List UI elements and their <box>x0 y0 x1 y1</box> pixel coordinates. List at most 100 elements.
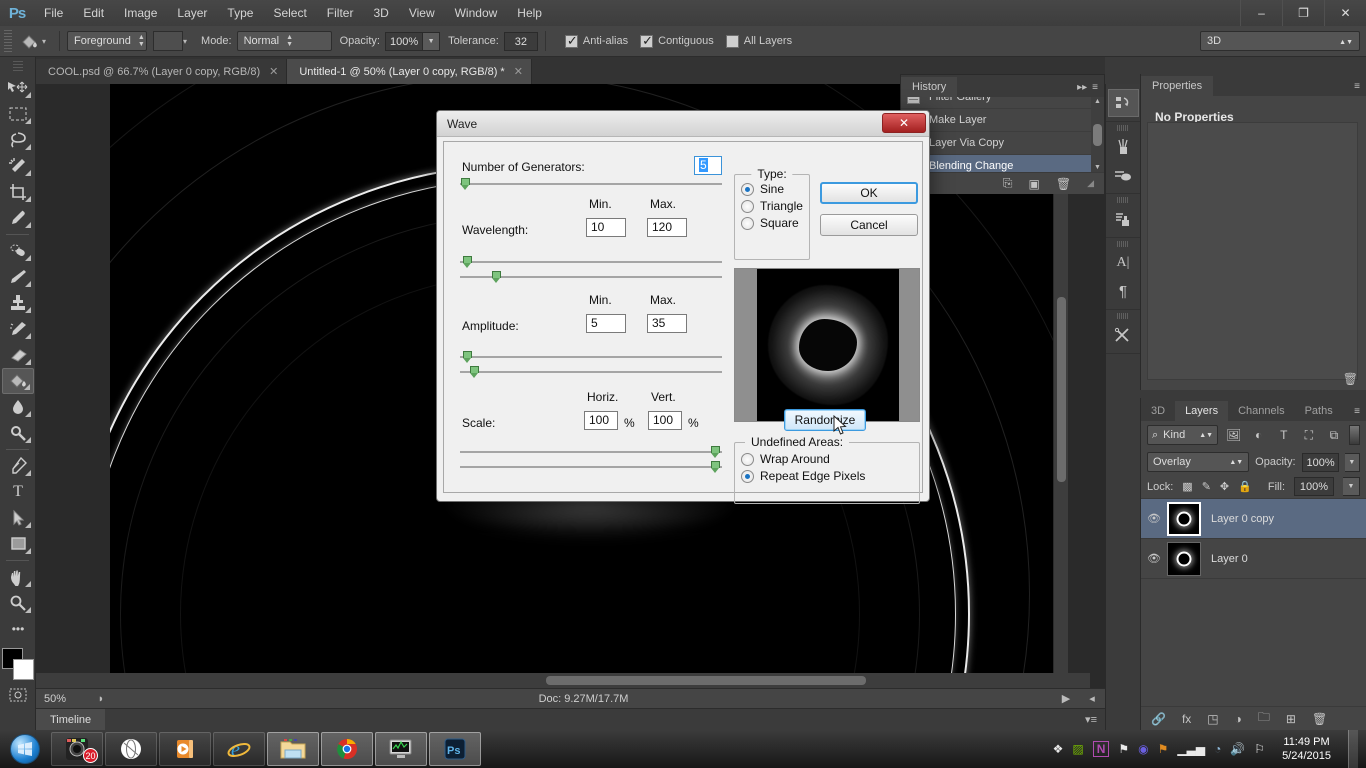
menu-file[interactable]: File <box>34 2 73 24</box>
document-tab-cool[interactable]: COOL.psd @ 66.7% (Layer 0 copy, RGB/8) ✕ <box>36 59 288 84</box>
amplitude-max-slider[interactable] <box>460 366 722 378</box>
cancel-button[interactable]: Cancel <box>820 214 918 236</box>
workspace-select[interactable]: 3D ▲▼ <box>1200 31 1360 51</box>
slider-knob[interactable] <box>711 461 722 474</box>
layer-row-layer-0[interactable]: 👁 Layer 0 <box>1141 539 1366 579</box>
scrollbar-thumb[interactable] <box>546 676 866 685</box>
taskbar-item-internet-explorer[interactable]: e <box>213 732 265 766</box>
all-layers-checkbox[interactable]: All Layers <box>725 34 792 48</box>
shape-filter-icon[interactable]: ⛶ <box>1299 428 1318 443</box>
fill-chevron-icon[interactable]: ▼ <box>1343 477 1360 496</box>
update-tray-icon[interactable]: ⚑ <box>1158 742 1169 756</box>
panel-menu-icon[interactable]: ≡ <box>1092 82 1098 93</box>
eraser-tool[interactable] <box>2 342 34 368</box>
close-button[interactable]: ✕ <box>1324 0 1366 26</box>
taskbar-clock[interactable]: 11:49 PM 5/24/2015 <box>1274 735 1339 763</box>
panel-menu-icon[interactable]: ≡ <box>1348 402 1366 421</box>
menu-select[interactable]: Select <box>263 2 316 24</box>
start-button[interactable] <box>0 730 50 768</box>
layer-visibility-icon[interactable]: 👁 <box>1141 552 1167 565</box>
layer-thumbnail[interactable] <box>1167 541 1201 576</box>
document-tab-untitled-1[interactable]: Untitled-1 @ 50% (Layer 0 copy, RGB/8) *… <box>287 59 532 84</box>
scrollbar-thumb[interactable] <box>1093 124 1102 146</box>
rail-grip[interactable] <box>1117 313 1129 319</box>
status-left-icon[interactable]: ◂ <box>1079 692 1105 705</box>
lock-transparency-icon[interactable]: ▩ <box>1182 480 1192 493</box>
wave-dialog-close-button[interactable]: ✕ <box>882 113 926 133</box>
tab-properties[interactable]: Properties <box>1141 76 1214 96</box>
history-item-make-layer[interactable]: Make Layer <box>901 109 1104 132</box>
path-selection-tool[interactable] <box>2 505 34 531</box>
type-filter-icon[interactable]: T <box>1274 428 1293 442</box>
taskbar-item-opera[interactable] <box>105 732 157 766</box>
blend-mode-select[interactable]: Normal ▲ ▼ <box>236 31 332 51</box>
scale-horiz-input[interactable]: 100 <box>584 411 618 430</box>
anti-alias-checkbox[interactable]: Anti-alias <box>564 33 628 49</box>
background-color-swatch[interactable] <box>12 659 34 680</box>
action-center-tray-icon[interactable]: ⚐ <box>1254 742 1265 756</box>
close-icon[interactable]: ✕ <box>514 65 523 78</box>
layer-fill-input[interactable]: 100% <box>1294 477 1334 496</box>
slider-knob[interactable] <box>492 271 503 284</box>
lock-image-icon[interactable]: ✎ <box>1202 480 1211 493</box>
layer-blend-mode-select[interactable]: Overlay ▲▼ <box>1147 452 1250 472</box>
layer-comps-icon[interactable] <box>1108 205 1139 233</box>
wave-type-triangle-radio[interactable]: Triangle <box>741 199 809 213</box>
menu-type[interactable]: Type <box>217 2 263 24</box>
pattern-swatch[interactable] <box>153 31 184 51</box>
history-brush-tool[interactable] <box>2 316 34 342</box>
canvas-horizontal-scrollbar[interactable] <box>36 673 1090 688</box>
wave-type-sine-radio[interactable]: Sine <box>741 182 809 196</box>
rectangular-marquee-tool[interactable] <box>2 101 34 127</box>
wavelength-min-slider[interactable] <box>460 256 722 268</box>
brush-tool[interactable] <box>2 264 34 290</box>
wavelength-max-slider[interactable] <box>460 271 722 283</box>
lock-all-icon[interactable]: 🔒 <box>1238 480 1252 493</box>
dropbox-tray-icon[interactable]: ❖ <box>1053 742 1064 756</box>
scale-vert-input[interactable]: 100 <box>648 411 682 430</box>
slider-knob[interactable] <box>711 446 722 459</box>
paint-bucket-icon[interactable] <box>16 30 42 52</box>
slider-knob[interactable] <box>461 178 472 191</box>
wave-type-square-radio[interactable]: Square <box>741 216 809 230</box>
horizontal-type-tool[interactable]: T <box>2 479 34 505</box>
options-bar-grip[interactable] <box>4 30 12 52</box>
adjustments-icon[interactable] <box>1108 321 1139 349</box>
nvidia-tray-icon[interactable]: ▨ <box>1072 742 1083 756</box>
opacity-input[interactable]: 100% <box>384 31 424 51</box>
filter-enable-toggle[interactable] <box>1349 425 1361 445</box>
rail-grip[interactable] <box>1117 241 1129 247</box>
pixel-filter-icon[interactable]: 🖼 <box>1224 428 1243 442</box>
slider-knob[interactable] <box>470 366 481 379</box>
history-item-blending-change[interactable]: Blending Change <box>901 155 1104 172</box>
history-item-layer-via-copy[interactable]: Layer Via Copy <box>901 132 1104 155</box>
blur-tool[interactable] <box>2 394 34 420</box>
amplitude-max-input[interactable]: 35 <box>647 314 687 333</box>
ok-button[interactable]: OK <box>820 182 918 204</box>
taskbar-item-chrome[interactable] <box>321 732 373 766</box>
new-adjustment-icon[interactable]: ◑ <box>1235 712 1242 726</box>
network-tray-icon[interactable]: ◔ <box>1214 742 1221 756</box>
paint-bucket-tool[interactable] <box>2 368 34 394</box>
move-tool[interactable] <box>2 75 34 101</box>
taskbar-item-task-manager[interactable] <box>375 732 427 766</box>
new-document-from-state-icon[interactable]: ⎘ <box>1003 176 1013 191</box>
pen-tool[interactable] <box>2 453 34 479</box>
history-icon[interactable] <box>1107 89 1139 117</box>
menu-image[interactable]: Image <box>114 2 167 24</box>
character-icon[interactable]: A| <box>1108 249 1139 277</box>
pattern-chevron-icon[interactable]: ▾ <box>183 37 187 46</box>
scale-horiz-slider[interactable] <box>460 446 722 458</box>
zoom-tool[interactable] <box>2 590 34 616</box>
hand-tool[interactable] <box>2 564 34 590</box>
document-info-icon[interactable]: ◗ <box>88 693 114 705</box>
scale-vert-slider[interactable] <box>460 461 722 473</box>
opacity-chevron-icon[interactable]: ▼ <box>423 31 441 51</box>
new-group-icon[interactable]: 🗀 <box>1258 708 1270 729</box>
quick-mask-icon[interactable] <box>2 682 34 708</box>
history-scrollbar[interactable]: ▲ ▼ <box>1091 97 1104 172</box>
magic-wand-tool[interactable] <box>2 153 34 179</box>
randomize-button[interactable]: Randomize <box>784 409 866 431</box>
lock-position-icon[interactable]: ✥ <box>1220 480 1229 493</box>
history-state-list[interactable]: Filter Gallery Make Layer Layer Via Copy… <box>901 97 1104 172</box>
